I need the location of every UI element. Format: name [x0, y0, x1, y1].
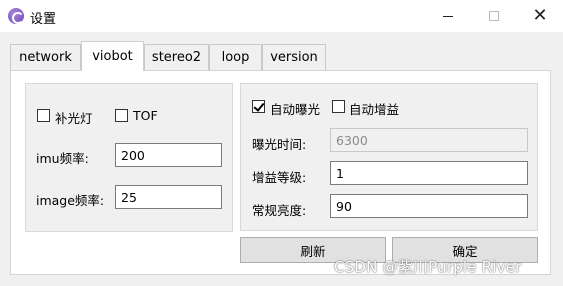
brightness-label: 常规亮度: [252, 203, 307, 218]
close-button[interactable]: ✕ [517, 0, 563, 32]
maximize-icon [489, 11, 499, 21]
viobot-tab-pane: 补光灯 TOF imu频率: image频率: 自动曝光 自动增益 曝光时间: … [10, 70, 551, 275]
tof-label: TOF [133, 108, 158, 123]
minimize-icon [443, 15, 453, 17]
title-bar: 设置 ✕ [0, 0, 563, 32]
tab-version[interactable]: version [262, 44, 326, 70]
fill-light-checkbox[interactable] [37, 109, 50, 122]
tab-network[interactable]: network [10, 44, 81, 70]
tab-viobot[interactable]: viobot [81, 41, 144, 71]
imu-frequency-input[interactable] [115, 143, 222, 167]
sensor-group: 补光灯 TOF imu频率: image频率: [25, 83, 233, 232]
window-title: 设置 [30, 12, 57, 27]
exposure-time-label: 曝光时间: [252, 137, 307, 152]
image-frequency-input[interactable] [115, 185, 222, 209]
auto-exposure-checkbox[interactable] [252, 100, 265, 113]
auto-gain-label: 自动增益 [349, 102, 400, 117]
tab-stereo2[interactable]: stereo2 [144, 44, 209, 70]
gain-level-input[interactable] [330, 161, 528, 185]
maximize-button[interactable] [471, 0, 517, 32]
minimize-button[interactable] [425, 0, 471, 32]
auto-exposure-label: 自动曝光 [270, 102, 321, 117]
imu-frequency-label: imu频率: [36, 151, 89, 166]
camera-group: 自动曝光 自动增益 曝光时间: 增益等级: 常规亮度: [240, 83, 538, 231]
brightness-input[interactable] [330, 194, 528, 218]
fill-light-label: 补光灯 [55, 111, 93, 126]
app-logo-icon [8, 8, 24, 24]
image-frequency-label: image频率: [36, 193, 105, 208]
tab-loop[interactable]: loop [209, 44, 262, 70]
gain-level-label: 增益等级: [252, 170, 307, 185]
auto-gain-checkbox[interactable] [332, 100, 345, 113]
watermark-text: CSDN @紫川Purple River [334, 258, 522, 276]
exposure-time-input [330, 128, 528, 152]
tof-checkbox[interactable] [115, 109, 128, 122]
